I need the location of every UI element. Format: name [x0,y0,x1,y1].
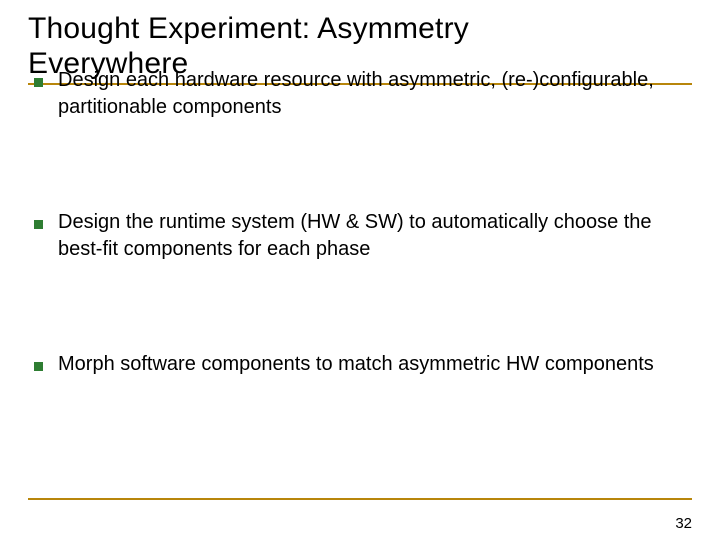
list-item: Design the runtime system (HW & SW) to a… [28,209,692,263]
list-item: Morph software components to match asymm… [28,351,692,378]
slide-body: Design each hardware resource with asymm… [28,67,692,378]
bullet-text: Design the runtime system (HW & SW) to a… [58,211,652,260]
list-item: Design each hardware resource with asymm… [28,67,692,121]
bullet-text: Morph software components to match asymm… [58,353,654,375]
page-number: 32 [675,515,692,532]
bullet-list: Design each hardware resource with asymm… [28,67,692,378]
title-line-1: Thought Experiment: Asymmetry [28,12,469,45]
slide: Thought Experiment: Asymmetry Everywhere… [0,0,720,540]
bullet-text: Design each hardware resource with asymm… [58,69,654,118]
footer-rule [28,498,692,500]
